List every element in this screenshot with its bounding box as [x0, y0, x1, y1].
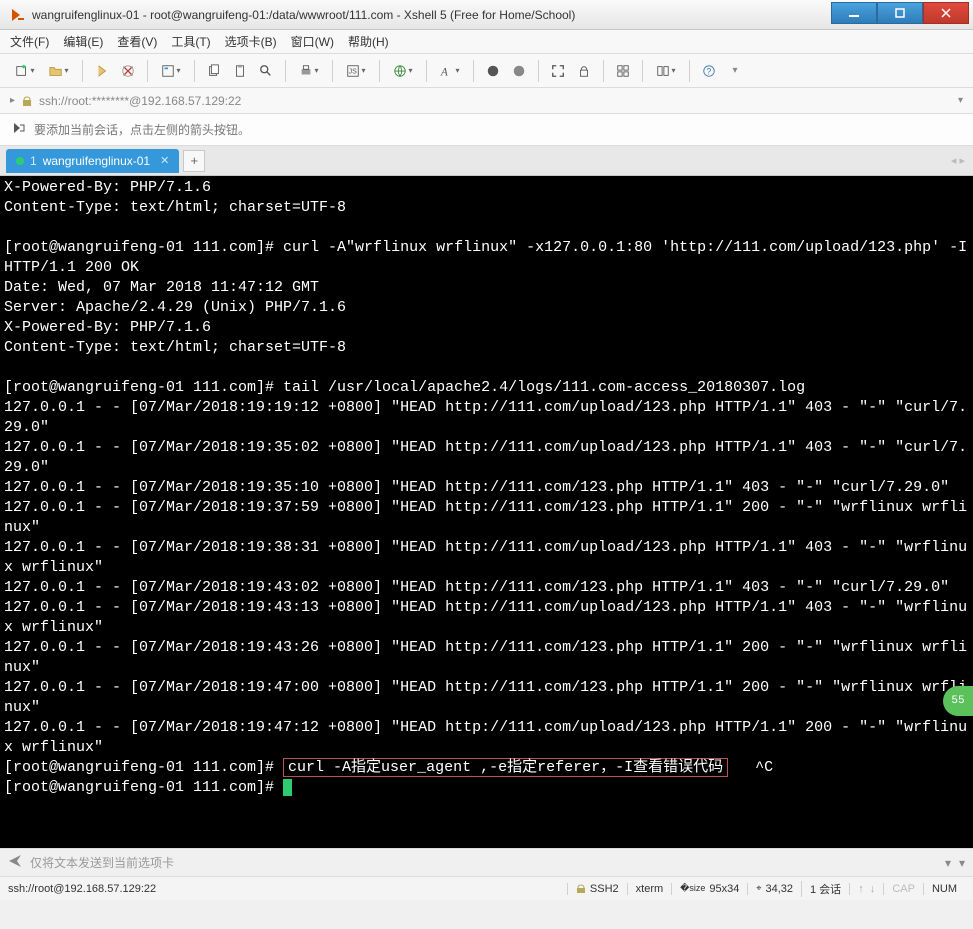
menu-bar: 文件(F) 编辑(E) 查看(V) 工具(T) 选项卡(B) 窗口(W) 帮助(… — [0, 30, 973, 54]
tab-bar: 1 wangruifenglinux-01 ✕ + ◂ ▸ — [0, 146, 973, 176]
tab-label: wangruifenglinux-01 — [43, 154, 150, 168]
address-bar: ▸ ssh://root:********@192.168.57.129:22 … — [0, 88, 973, 114]
terminal-highlight: curl -A指定user_agent ,-e指定referer，-I查看错误代… — [283, 758, 728, 777]
color1-button[interactable] — [482, 60, 504, 82]
color2-button[interactable] — [508, 60, 530, 82]
copy-button[interactable] — [203, 60, 225, 82]
send-bar: 仅将文本发送到当前选项卡 ▾ ▾ — [0, 848, 973, 876]
status-bar: ssh://root@192.168.57.129:22 SSH2 xterm … — [0, 876, 973, 900]
find-button[interactable] — [255, 60, 277, 82]
menu-file[interactable]: 文件(F) — [10, 33, 49, 50]
cursor-icon — [283, 779, 292, 796]
menu-edit[interactable]: 编辑(E) — [63, 33, 103, 50]
svg-text:JS: JS — [349, 68, 358, 75]
toolbar: ▾ ▾ ▾ ▾ JS▾ ▾ A▾ ▾ ? ▾ — [0, 54, 973, 88]
svg-text:A: A — [440, 66, 448, 78]
reconnect-button[interactable] — [91, 60, 113, 82]
new-session-button[interactable]: ▾ — [10, 60, 40, 82]
menu-window[interactable]: 窗口(W) — [291, 33, 334, 50]
minimize-button[interactable] — [831, 2, 877, 24]
sessions-button[interactable] — [612, 60, 634, 82]
send-overflow-icon[interactable]: ▾ — [959, 856, 965, 870]
font-button[interactable]: A▾ — [435, 60, 465, 82]
properties-button[interactable]: ▾ — [156, 60, 186, 82]
window-titlebar: wangruifenglinux-01 - root@wangruifeng-0… — [0, 0, 973, 30]
lock-icon — [21, 95, 33, 107]
window-controls — [831, 6, 969, 24]
status-updown-icon[interactable]: ↑ ↓ — [849, 883, 883, 895]
status-term: xterm — [627, 883, 672, 895]
add-session-arrow-icon[interactable] — [12, 121, 26, 138]
disconnect-button[interactable] — [117, 60, 139, 82]
lock-button[interactable] — [573, 60, 595, 82]
menu-view[interactable]: 查看(V) — [117, 33, 157, 50]
open-button[interactable]: ▾ — [44, 60, 74, 82]
tab-close-icon[interactable]: ✕ — [160, 154, 169, 167]
terminal-prompt: [root@wangruifeng-01 111.com]# — [4, 759, 283, 776]
status-cap: CAP — [883, 883, 923, 895]
script-button[interactable]: JS▾ — [341, 60, 371, 82]
close-button[interactable] — [923, 2, 969, 24]
window-title: wangruifenglinux-01 - root@wangruifeng-0… — [32, 8, 831, 22]
send-icon[interactable] — [8, 854, 22, 871]
status-sessions: 1 会话 — [801, 881, 849, 897]
status-size: �size 95x34 — [671, 883, 747, 895]
add-tab-button[interactable]: + — [183, 150, 205, 172]
status-connection: ssh://root@192.168.57.129:22 — [8, 883, 567, 895]
toolbar-overflow-button[interactable]: ▾ — [724, 60, 746, 82]
globe-button[interactable]: ▾ — [388, 60, 418, 82]
maximize-button[interactable] — [877, 2, 923, 24]
terminal-output[interactable]: X-Powered-By: PHP/7.1.6 Content-Type: te… — [0, 176, 973, 848]
layout-button[interactable]: ▾ — [651, 60, 681, 82]
addr-overflow-icon[interactable]: ▾ — [958, 95, 963, 106]
status-pos: ⌖ 34,32 — [747, 883, 801, 895]
print-button[interactable]: ▾ — [294, 60, 324, 82]
address-text[interactable]: ssh://root:********@192.168.57.129:22 — [39, 94, 952, 108]
menu-tabs[interactable]: 选项卡(B) — [225, 33, 277, 50]
terminal-ctrlc: ^C — [728, 759, 773, 776]
status-dot-icon — [16, 157, 24, 165]
tab-number: 1 — [30, 154, 37, 168]
info-bar: 要添加当前会话，点击左侧的箭头按钮。 — [0, 114, 973, 146]
status-protocol: SSH2 — [567, 883, 627, 895]
app-icon — [10, 7, 26, 23]
floating-badge[interactable]: 55 — [943, 686, 973, 716]
help-button[interactable]: ? — [698, 60, 720, 82]
addr-arrow-icon[interactable]: ▸ — [10, 95, 15, 106]
send-dropdown-icon[interactable]: ▾ — [945, 856, 951, 870]
paste-button[interactable] — [229, 60, 251, 82]
send-input[interactable]: 仅将文本发送到当前选项卡 — [30, 854, 937, 871]
terminal-text: X-Powered-By: PHP/7.1.6 Content-Type: te… — [4, 179, 967, 756]
fullscreen-button[interactable] — [547, 60, 569, 82]
tab-nav[interactable]: ◂ ▸ — [951, 154, 965, 167]
svg-text:?: ? — [706, 66, 711, 76]
info-text: 要添加当前会话，点击左侧的箭头按钮。 — [34, 121, 250, 138]
session-tab[interactable]: 1 wangruifenglinux-01 ✕ — [6, 149, 179, 173]
menu-help[interactable]: 帮助(H) — [348, 33, 389, 50]
menu-tools[interactable]: 工具(T) — [171, 33, 210, 50]
terminal-prompt: [root@wangruifeng-01 111.com]# — [4, 779, 283, 796]
status-num: NUM — [923, 883, 965, 895]
